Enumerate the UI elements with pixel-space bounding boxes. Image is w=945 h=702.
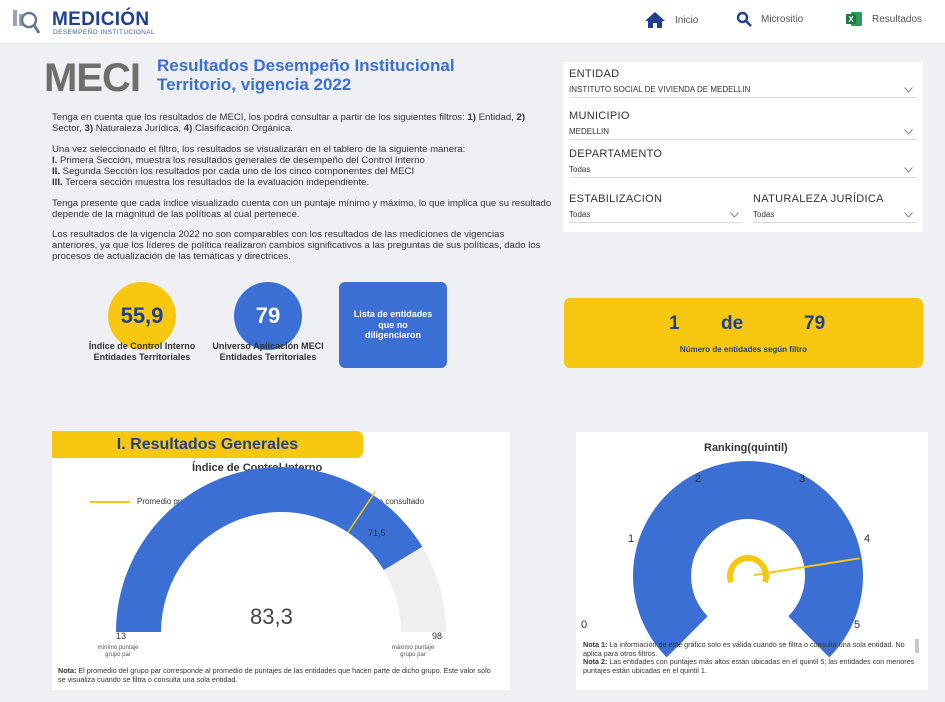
meci-brand: MECI bbox=[44, 56, 141, 100]
estabilizacion-label: ESTABILIZACION bbox=[569, 193, 663, 205]
ranking-center-ring bbox=[727, 555, 769, 584]
gauge-min-label: 13 bbox=[116, 631, 127, 641]
gauge-value-label: 83,3 bbox=[250, 604, 293, 629]
chevron-down-icon bbox=[904, 167, 913, 173]
logo-title: MEDICIÓN bbox=[52, 9, 150, 30]
nav-micrositio-label: Micrositio bbox=[761, 13, 804, 25]
ranking-tick-0: 0 bbox=[581, 619, 588, 631]
gauge-min-caption: mínimo puntaje grupo par bbox=[97, 645, 139, 658]
intro-paragraph-3: Tenga presente que cada índice visualiza… bbox=[52, 198, 552, 220]
excel-icon: X bbox=[846, 12, 862, 26]
count-label: Número de entidades según filtro bbox=[679, 345, 808, 354]
ranking-tick-3: 3 bbox=[799, 473, 806, 485]
universo-circle: 79 bbox=[234, 282, 302, 350]
municipio-select[interactable]: MEDELLIN bbox=[569, 124, 917, 140]
page-title: Resultados Desempeño Institucional Terri… bbox=[157, 56, 455, 94]
entity-count-card: 1 de 79 Número de entidades según filtro bbox=[564, 298, 923, 368]
logo-subtitle: DESEMPEÑO INSTITUCIONAL bbox=[53, 29, 156, 36]
chevron-down-icon bbox=[904, 212, 913, 218]
ranking-tick-4: 4 bbox=[864, 533, 871, 545]
home-icon bbox=[645, 12, 665, 28]
ranking-notes: Nota 1: La información de este gráfico s… bbox=[583, 640, 915, 675]
nav-resultados-label: Resultados bbox=[872, 13, 923, 25]
count-separator: de bbox=[721, 313, 744, 334]
nav-resultados[interactable]: X Resultados bbox=[845, 11, 922, 27]
entidad-select[interactable]: INSTITUTO SOCIAL DE VIVIENDA DE MEDELLIN bbox=[569, 82, 917, 98]
chevron-down-icon bbox=[730, 212, 739, 218]
notes-scrollbar[interactable] bbox=[915, 639, 919, 653]
gauge-max-label: 98 bbox=[432, 631, 443, 641]
gauge-max-caption: máximo puntaje grupo par bbox=[391, 645, 435, 658]
ranking-tick-1: 1 bbox=[628, 533, 635, 545]
gauge-note: Nota: El promedio del grupo par correspo… bbox=[58, 666, 491, 684]
filter-panel: ENTIDAD INSTITUTO SOCIAL DE VIVIENDA DE … bbox=[563, 62, 923, 232]
intro-paragraph-2: Una vez seleccionado el filtro, los resu… bbox=[52, 144, 466, 188]
search-icon bbox=[736, 11, 752, 27]
nav-micrositio[interactable]: Micrositio bbox=[736, 11, 803, 27]
departamento-label: DEPARTAMENTO bbox=[569, 148, 663, 160]
chevron-down-icon bbox=[904, 87, 913, 93]
naturaleza-label: NATURALEZA JURÍDICA bbox=[753, 193, 884, 205]
entidad-label: ENTIDAD bbox=[569, 68, 620, 80]
top-bar: MEDICIÓN DESEMPEÑO INSTITUCIONAL Inicio … bbox=[0, 0, 945, 44]
naturaleza-select[interactable]: Todas bbox=[753, 207, 917, 223]
ranking-tick-2: 2 bbox=[695, 473, 702, 485]
departamento-select[interactable]: Todas bbox=[569, 162, 917, 178]
gauge-avg-label: 71,5 bbox=[368, 528, 386, 538]
chevron-down-icon bbox=[904, 129, 913, 135]
logo-icon bbox=[13, 10, 40, 34]
nav-inicio-label: Inicio bbox=[675, 14, 699, 26]
municipio-label: MUNICIPIO bbox=[569, 110, 630, 122]
indice-label: Índice de Control Interno Entidades Terr… bbox=[88, 341, 196, 362]
nav-inicio[interactable]: Inicio bbox=[644, 11, 698, 29]
estabilizacion-select[interactable]: Todas bbox=[569, 207, 743, 223]
universo-label: Universo Aplicación MECI Entidades Terri… bbox=[212, 341, 324, 362]
lista-entidades-button[interactable]: Lista de entidades que no diligenciaron bbox=[339, 282, 447, 368]
svg-text:X: X bbox=[848, 15, 854, 24]
count-total: 79 bbox=[804, 313, 826, 334]
intro-paragraph-4: Los resultados de la vigencia 2022 no so… bbox=[52, 229, 541, 262]
intro-paragraph-1: Tenga en cuenta que los resultados de ME… bbox=[52, 112, 526, 134]
count-current: 1 bbox=[669, 313, 680, 334]
indice-circle: 55,9 bbox=[108, 282, 176, 350]
ranking-tick-5: 5 bbox=[854, 619, 861, 631]
